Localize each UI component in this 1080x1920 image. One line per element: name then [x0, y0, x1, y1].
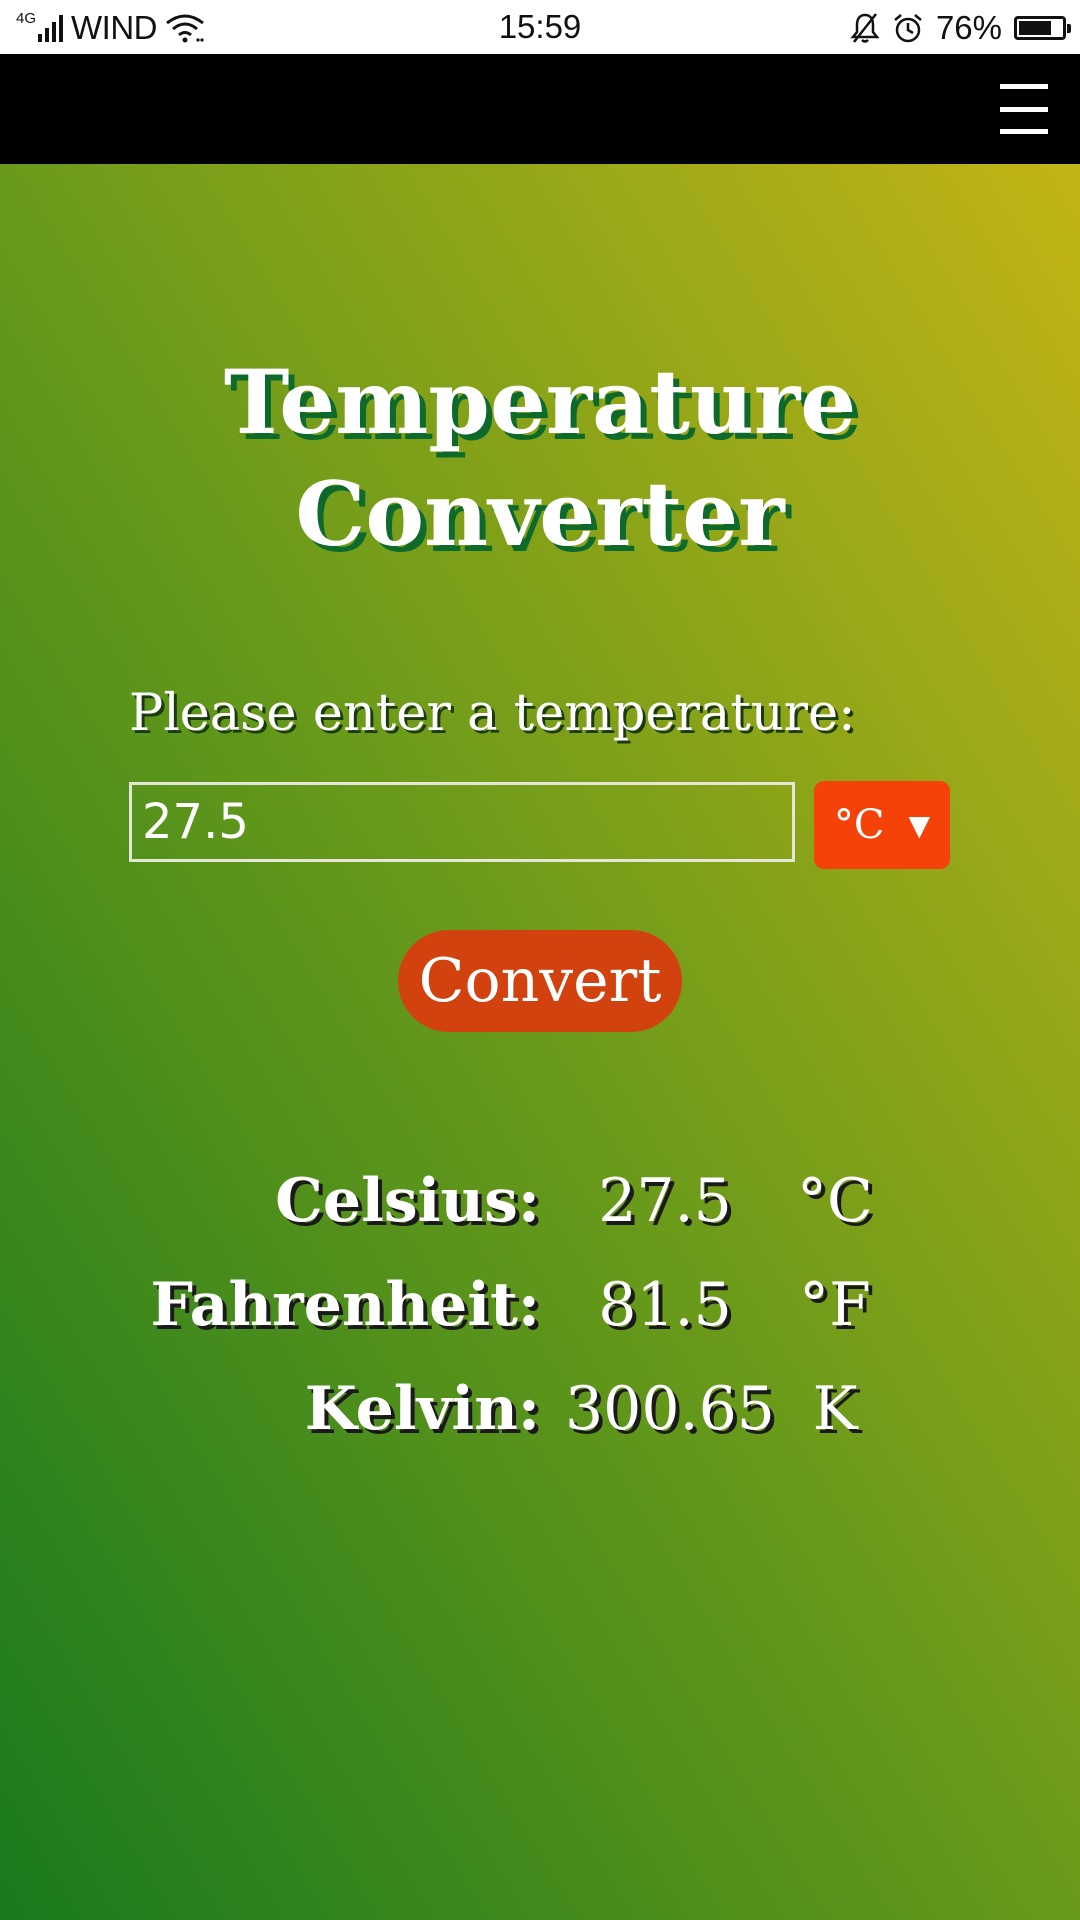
unit-select[interactable]: °C ▼ — [814, 781, 950, 869]
result-label: Fahrenheit: — [150, 1270, 540, 1340]
wifi-icon — [166, 14, 204, 43]
result-label: Celsius: — [275, 1166, 540, 1236]
converter-page: Temperature Converter Please enter a tem… — [0, 164, 1080, 1920]
battery-fill — [1019, 21, 1051, 35]
title-line-1: Temperature — [223, 350, 857, 454]
result-row-celsius: Celsius: 27.5 °C — [0, 1166, 1080, 1270]
title-line-2: Converter — [295, 462, 785, 566]
network-type: 4G — [16, 9, 37, 27]
battery-percentage: 76% — [935, 9, 1002, 46]
temperature-input[interactable] — [129, 782, 795, 862]
result-unit: °C — [797, 1166, 873, 1236]
result-value: 27.5 — [598, 1166, 732, 1236]
hamburger-menu-icon[interactable] — [1000, 84, 1048, 134]
temperature-prompt: Please enter a temperature: — [129, 684, 856, 743]
status-left: 4G WIND — [16, 8, 205, 48]
nav-bar — [0, 54, 1080, 164]
alarm-icon — [894, 14, 922, 43]
result-value: 81.5 — [598, 1270, 732, 1340]
convert-button[interactable]: Convert — [398, 930, 682, 1032]
battery-icon — [1014, 16, 1071, 40]
carrier-name: WIND — [71, 9, 157, 46]
result-unit: K — [812, 1374, 858, 1444]
unit-select-value: °C — [833, 802, 885, 848]
page-title: Temperature Converter — [0, 346, 1080, 570]
result-row-fahrenheit: Fahrenheit: 81.5 °F — [0, 1270, 1080, 1374]
status-bar: 4G WIND 15:59 76% — [0, 0, 1080, 54]
status-right: 76% — [850, 8, 1071, 48]
result-unit: °F — [799, 1270, 871, 1340]
result-value: 300.65 — [565, 1374, 775, 1444]
signal-icon — [38, 14, 64, 42]
dropdown-arrow-icon: ▼ — [908, 808, 931, 842]
bell-muted-icon — [850, 13, 880, 43]
result-row-kelvin: Kelvin: 300.65 K — [0, 1374, 1080, 1478]
result-label: Kelvin: — [304, 1374, 540, 1444]
